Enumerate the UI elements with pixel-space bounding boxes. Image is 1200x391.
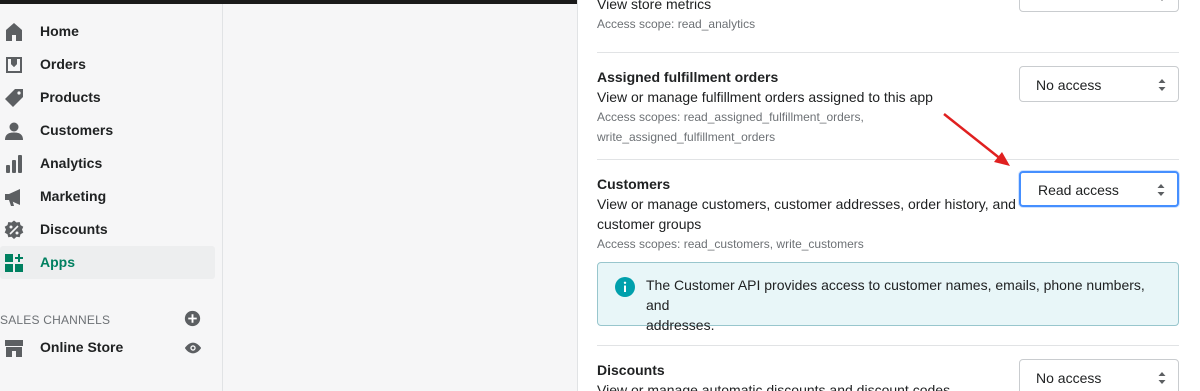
tag-icon <box>5 89 23 107</box>
sidebar-item-label: Analytics <box>40 155 103 171</box>
sidebar-item-analytics[interactable]: Analytics <box>0 147 215 180</box>
select-chevron-icon <box>1158 79 1166 91</box>
sidebar-item-label: Orders <box>40 56 86 72</box>
apps-icon <box>5 254 23 272</box>
eye-icon[interactable] <box>184 341 202 355</box>
sidebar-item-label: Customers <box>40 122 114 138</box>
sidebar-item-home[interactable]: Home <box>0 15 215 48</box>
sidebar-item-label: Marketing <box>40 188 107 204</box>
sidebar-nav: Home Orders Products Customers Analytics… <box>0 4 223 391</box>
sidebar-item-marketing[interactable]: Marketing <box>0 180 215 213</box>
sidebar-item-label: Home <box>40 23 79 39</box>
sidebar-item-online-store[interactable]: Online Store <box>0 331 215 364</box>
person-icon <box>5 122 23 140</box>
info-icon <box>615 277 635 297</box>
sidebar-item-label: Online Store <box>40 339 124 355</box>
select-value: No access <box>1036 77 1102 93</box>
banner-text-line: The Customer API provides access to cust… <box>646 277 1145 313</box>
add-circle-icon[interactable] <box>184 310 201 327</box>
banner-text-line: addresses. <box>646 317 715 333</box>
banner-text: The Customer API provides access to cust… <box>646 275 1166 335</box>
fulfillment-access-select[interactable]: No access <box>1019 66 1179 102</box>
divider <box>597 159 1179 160</box>
scope-access: Access scope: read_analytics <box>597 17 756 31</box>
select-value: Read access <box>1038 182 1119 198</box>
scope-access: Access scopes: read_customers, write_cus… <box>597 237 864 251</box>
home-icon <box>6 23 22 41</box>
orders-icon <box>6 57 22 73</box>
sidebar-item-apps[interactable]: Apps <box>0 246 215 279</box>
sidebar-item-products[interactable]: Products <box>0 81 215 114</box>
sidebar-item-label: Products <box>40 89 101 105</box>
divider <box>597 52 1179 53</box>
analytics-access-select[interactable] <box>1019 0 1179 12</box>
discount-icon <box>4 220 24 239</box>
access-scopes-card: View store metrics Access scope: read_an… <box>577 0 1200 391</box>
main-content: View store metrics Access scope: read_an… <box>224 0 1200 391</box>
sidebar-item-label: Discounts <box>40 221 108 237</box>
select-chevron-icon <box>1161 0 1163 1</box>
bar-chart-icon <box>6 155 22 173</box>
customers-access-select[interactable]: Read access <box>1019 171 1179 207</box>
sidebar-item-label: Apps <box>40 254 75 270</box>
sidebar-item-orders[interactable]: Orders <box>0 48 215 81</box>
annotation-arrow-icon <box>943 113 1010 166</box>
store-icon <box>5 340 23 357</box>
sidebar-item-customers[interactable]: Customers <box>0 114 215 147</box>
discounts-access-select[interactable]: No access <box>1019 359 1179 391</box>
sales-channels-header: SALES CHANNELS <box>0 308 215 330</box>
scope-description-cont: customer groups <box>597 216 702 232</box>
scope-access: Access scopes: read_assigned_fulfillment… <box>597 110 864 124</box>
scope-access-cont: write_assigned_fulfillment_orders <box>597 130 776 144</box>
megaphone-icon <box>5 189 20 206</box>
sales-channels-label: SALES CHANNELS <box>0 313 111 327</box>
select-chevron-icon <box>1157 184 1165 196</box>
customer-api-info-banner: The Customer API provides access to cust… <box>597 262 1179 333</box>
select-chevron-icon <box>1158 372 1166 384</box>
sidebar-item-discounts[interactable]: Discounts <box>0 213 215 246</box>
divider <box>597 345 1179 346</box>
select-value: No access <box>1036 370 1102 386</box>
